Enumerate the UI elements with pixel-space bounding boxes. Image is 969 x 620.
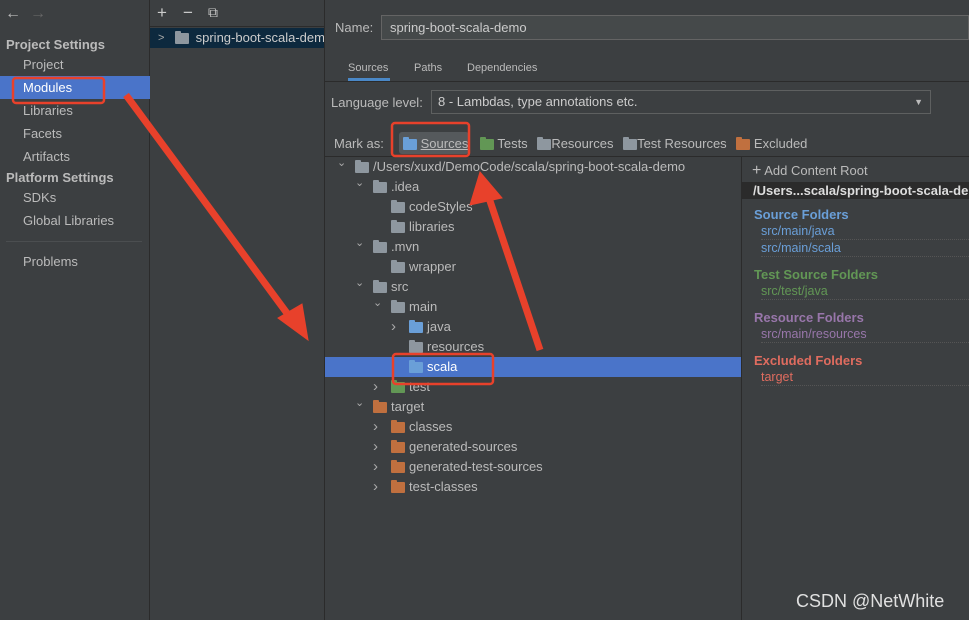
arrow-line xyxy=(123,92,295,323)
sources-highlight-box xyxy=(390,121,471,158)
watermark: CSDN @NetWhite xyxy=(796,591,945,611)
annotation-overlay xyxy=(11,76,544,386)
arrow-line xyxy=(484,193,544,352)
modules-highlight-box xyxy=(11,76,106,105)
scala-highlight-box xyxy=(391,352,495,386)
arrowhead-icon xyxy=(469,170,503,206)
